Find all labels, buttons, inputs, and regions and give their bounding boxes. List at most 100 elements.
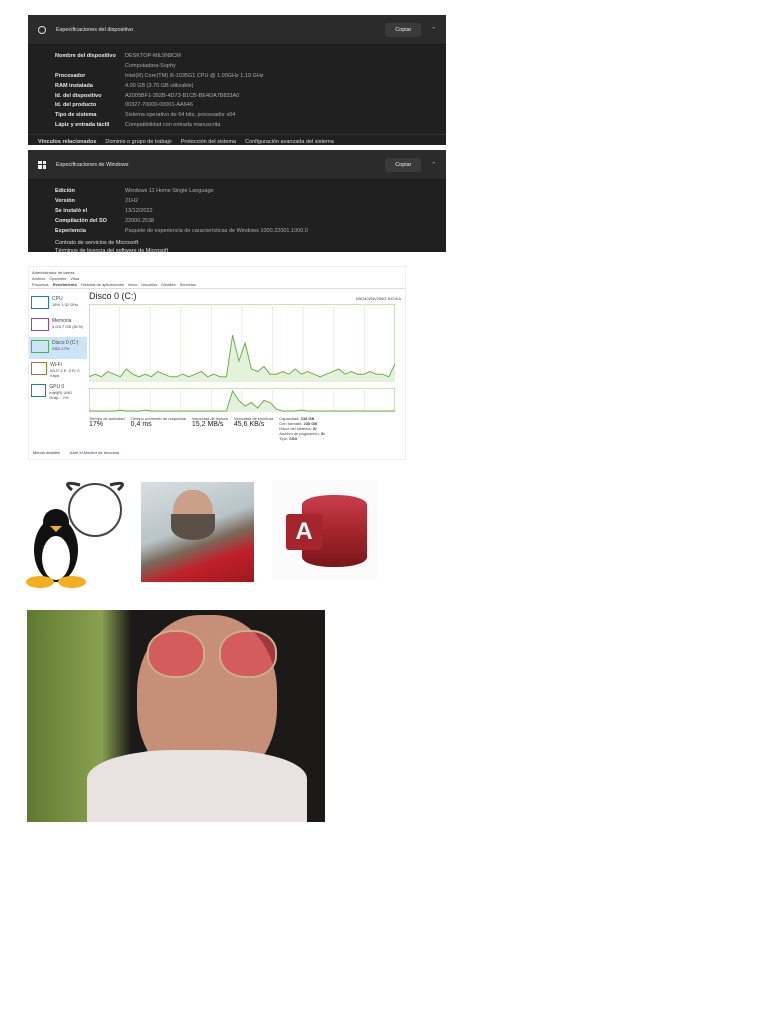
- stat: Tiempo promedio de respuesta 0,4 ms: [131, 416, 186, 441]
- spec-row: Computadora-Sophy: [55, 61, 446, 71]
- spec-row: RAM instalada 4.00 GB (3.70 GB utilizable…: [55, 81, 446, 91]
- chevron-up-icon[interactable]: ⌃: [431, 162, 436, 168]
- copy-button[interactable]: Copiar: [385, 157, 422, 172]
- spec-value: 4.00 GB (3.70 GB utilizable): [125, 82, 194, 89]
- selfie-photo: [27, 610, 325, 822]
- spec-key: Versión: [55, 197, 75, 204]
- spec-value: Paquete de experiencia de característica…: [125, 227, 308, 234]
- spec-value: DESKTOP-MIL9N8CM: [125, 52, 181, 59]
- tab-3[interactable]: Inicio: [128, 282, 137, 287]
- disk-model: KBG40ZNV256G KIOXIA: [355, 296, 401, 301]
- windows-specs-title: Especificaciones de Windows: [56, 161, 129, 168]
- spec-key: Se instaló el: [55, 207, 88, 214]
- side-sub: 18% 1,32 GHz: [52, 302, 79, 307]
- link-domain[interactable]: Dominio o grupo de trabajo: [105, 139, 171, 145]
- prop-key: Tipo:: [279, 436, 289, 441]
- resource-monitor-link[interactable]: Abrir el Monitor de recursos: [70, 450, 119, 455]
- spec-value: A2005BF1-392B-4D73-B1CB-BE4DA7B833A0: [125, 92, 240, 99]
- windows-icon: [38, 160, 46, 169]
- spec-row: Nombre del dispositivo DESKTOP-MIL9N8CM: [55, 51, 446, 61]
- spec-row: Compilación del SO 22000.2538: [55, 216, 446, 226]
- spec-value: Compatibilidad con entrada manuscrita: [125, 122, 221, 129]
- side-sub: Intel(R) UHD Grap... 2%: [49, 390, 73, 400]
- link-protection[interactable]: Protección del sistema: [181, 139, 236, 145]
- spec-key: Lápiz y entrada táctil: [55, 122, 110, 129]
- mini-graph: [31, 340, 49, 353]
- stat-value: 0,4 ms: [130, 421, 152, 428]
- person-photo: [141, 482, 254, 582]
- chevron-up-icon[interactable]: ⌃: [431, 27, 436, 33]
- side-item[interactable]: GPU 0 Intel(R) UHD Grap... 2%: [29, 381, 87, 403]
- spec-value: 22000.2538: [125, 217, 155, 224]
- menu-item[interactable]: Opciones: [49, 276, 66, 281]
- spec-value: Windows 11 Home Single Language: [125, 187, 214, 194]
- prop-value: SSD: [289, 436, 298, 441]
- device-specs-panel: Especificaciones del dispositivo Copiar …: [28, 15, 446, 145]
- menu-item[interactable]: Vista: [70, 276, 79, 281]
- activity-graph: [89, 304, 395, 382]
- spec-key: RAM instalada: [55, 82, 93, 89]
- prop-value: Sí: [320, 431, 325, 436]
- side-item[interactable]: Disco 0 (C:) SSD 17%: [29, 337, 87, 359]
- spec-value: Intel(R) Core(TM) i5-1035G1 CPU @ 1.00GH…: [125, 72, 264, 79]
- mini-graph: [31, 318, 49, 331]
- spec-row: Lápiz y entrada táctil Compatibilidad con…: [55, 120, 446, 130]
- spec-key: Tipo de sistema: [55, 112, 97, 119]
- tab-0[interactable]: Procesos: [32, 282, 49, 287]
- stat-value: 17%: [89, 421, 104, 428]
- fewer-details-link[interactable]: Menos detalles: [33, 450, 60, 455]
- side-sub: SSD 17%: [52, 346, 70, 351]
- spec-value: 00327-70000-00001-AA646: [125, 102, 193, 109]
- copy-button[interactable]: Copiar: [385, 22, 422, 37]
- access-logo-image: A: [272, 480, 377, 580]
- spec-row: Se instaló el 13/12/2022: [55, 206, 446, 216]
- side-item[interactable]: Memoria 3,0/3,7 GB (81%): [29, 315, 87, 337]
- menu-item[interactable]: Archivo: [32, 276, 45, 281]
- side-item[interactable]: Wi-Fi Wi-Fi 2 E: 0 R: 0 Kbps: [29, 359, 87, 381]
- stat: Tiempo de actividad 17%: [89, 416, 125, 441]
- spec-row: Edición Windows 11 Home Single Language: [55, 186, 446, 196]
- spec-row: Tipo de sistema Sistema operativo de 64 b…: [55, 110, 446, 120]
- spec-row: Experiencia Paquete de experiencia de car…: [55, 226, 446, 236]
- link-advanced[interactable]: Configuración avanzada del sistema: [245, 139, 334, 145]
- spec-row: Id. del dispositivo A2005BF1-392B-4D73-B1…: [55, 91, 446, 101]
- spec-value: Computadora-Sophy: [125, 62, 176, 69]
- tab-5[interactable]: Detalles: [161, 282, 175, 287]
- spec-key: Compilación del SO: [55, 217, 107, 224]
- tab-6[interactable]: Servicios: [180, 282, 196, 287]
- spec-key: Nombre del dispositivo: [55, 52, 116, 59]
- info-icon: [38, 25, 46, 34]
- spec-key: Experiencia: [55, 227, 86, 234]
- spec-key: Procesador: [55, 72, 86, 79]
- tab-4[interactable]: Usuarios: [141, 282, 157, 287]
- windows-specs-panel: Especificaciones de Windows Copiar ⌃ Edi…: [28, 150, 446, 255]
- side-sub: Wi-Fi 2 E: 0 R: 0 Kbps: [50, 368, 80, 378]
- stat-value: 45,6 KB/s: [233, 421, 265, 428]
- stat-value: 15,2 MB/s: [191, 421, 224, 428]
- tm-title: Administrador de tareas: [32, 270, 75, 275]
- mini-graph: [31, 362, 48, 375]
- spec-key: Id. del producto: [55, 102, 97, 109]
- related-links-label: Vínculos relacionados: [38, 139, 97, 146]
- side-item[interactable]: CPU 18% 1,32 GHz: [29, 293, 87, 315]
- spec-row: Versión 21H2: [55, 196, 446, 206]
- spec-row: Procesador Intel(R) Core(TM) i5-1035G1 CP…: [55, 71, 446, 81]
- side-sub: 3,0/3,7 GB (81%): [52, 324, 83, 329]
- spec-value: 21H2: [125, 197, 139, 204]
- spec-row: Id. del producto 00327-70000-00001-AA646: [55, 100, 446, 110]
- disk-title: Disco 0 (C:): [89, 291, 137, 301]
- link-license-terms[interactable]: Términos de licencia del software de Mic…: [55, 247, 446, 255]
- spec-key: Edición: [55, 187, 75, 194]
- stat: Velocidad de lectura 15,2 MB/s: [192, 416, 228, 441]
- task-manager-screenshot: Administrador de tareas Archivo Opciones V…: [28, 266, 406, 460]
- spec-value: Sistema operativo de 64 bits, procesador…: [125, 112, 236, 119]
- stat: Velocidad de escritura 45,6 KB/s: [234, 416, 273, 441]
- gnu-linux-logo-image: [20, 480, 124, 590]
- link-service-agreement[interactable]: Contrato de servicios de Microsoft: [55, 239, 446, 247]
- mini-graph: [31, 384, 47, 397]
- device-specs-title: Especificaciones del dispositivo: [56, 26, 134, 33]
- spec-key: Id. del dispositivo: [55, 92, 102, 99]
- tab-1[interactable]: Rendimiento: [53, 282, 77, 287]
- tab-2[interactable]: Historial de aplicaciones: [81, 282, 124, 287]
- mini-graph: [31, 296, 49, 309]
